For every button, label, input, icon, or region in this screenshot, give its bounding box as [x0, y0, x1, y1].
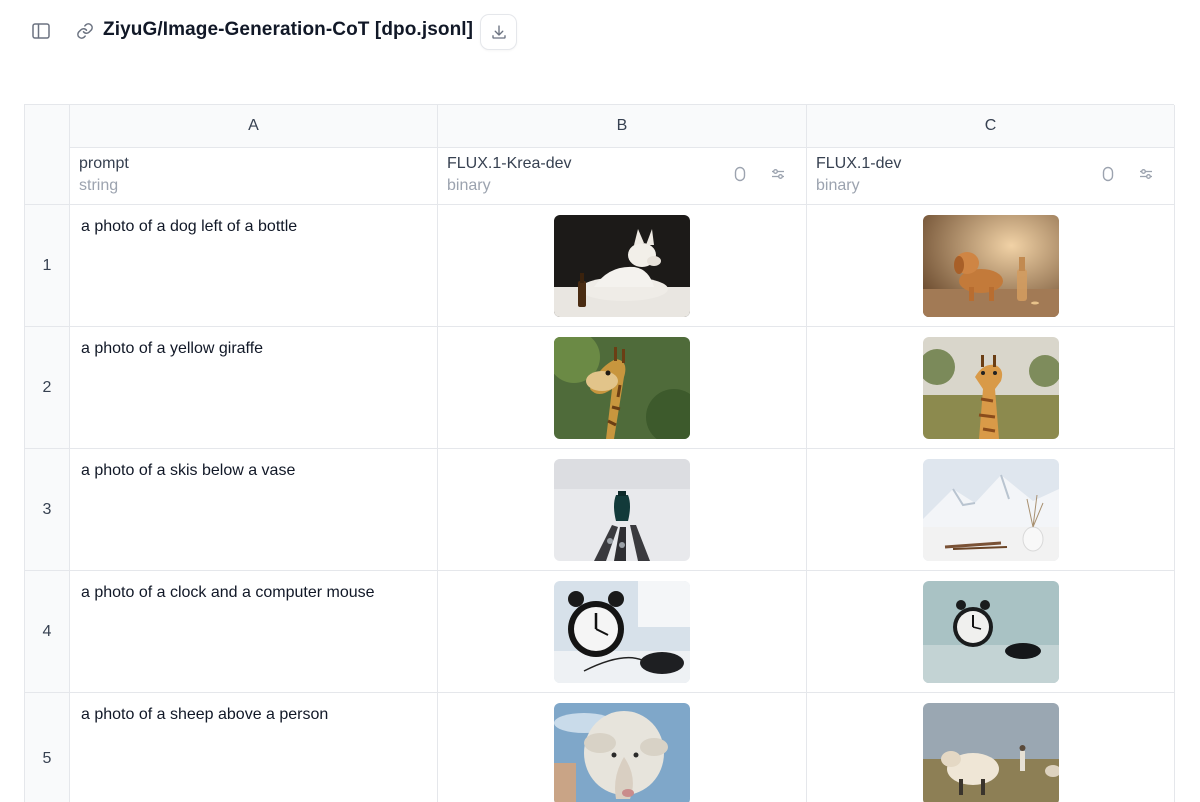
sidebar-toggle-icon[interactable]: [28, 18, 54, 44]
column-letter-b[interactable]: B: [438, 105, 807, 148]
image-thumbnail[interactable]: [922, 581, 1059, 683]
image-thumbnail[interactable]: [554, 215, 690, 317]
column-letter-a[interactable]: A: [70, 105, 438, 148]
image-thumbnail[interactable]: [554, 581, 690, 683]
image-thumbnail[interactable]: [554, 459, 690, 561]
image-cell: [438, 327, 807, 449]
dataset-title: ZiyuG/Image-Generation-CoT [dpo.jsonl]: [103, 19, 474, 40]
image-cell: [438, 205, 807, 327]
sliders-icon[interactable]: [770, 166, 786, 182]
image-cell: [438, 571, 807, 693]
prompt-cell[interactable]: a photo of a dog left of a bottle: [70, 205, 438, 327]
image-thumbnail[interactable]: [922, 459, 1059, 561]
prompt-cell[interactable]: a photo of a sheep above a person: [70, 693, 438, 802]
image-cell: [807, 571, 1175, 693]
image-thumbnail[interactable]: [922, 703, 1059, 802]
column-name: prompt: [79, 155, 129, 172]
row-number[interactable]: 3: [25, 449, 70, 571]
column-header-prompt[interactable]: prompt string: [70, 148, 438, 205]
download-button[interactable]: [480, 14, 517, 50]
image-cell: [807, 449, 1175, 571]
sort-icon[interactable]: [1100, 166, 1116, 182]
image-cell: [438, 693, 807, 802]
sort-icon[interactable]: [732, 166, 748, 182]
image-thumbnail[interactable]: [554, 337, 690, 439]
sliders-icon[interactable]: [1138, 166, 1154, 182]
column-header-flux-krea[interactable]: FLUX.1-Krea-dev binary: [438, 148, 807, 205]
image-cell: [807, 205, 1175, 327]
image-cell: [807, 693, 1175, 802]
image-cell: [807, 327, 1175, 449]
row-number[interactable]: 2: [25, 327, 70, 449]
prompt-cell[interactable]: a photo of a skis below a vase: [70, 449, 438, 571]
image-thumbnail[interactable]: [922, 215, 1059, 317]
row-number[interactable]: 5: [25, 693, 70, 802]
row-number[interactable]: 1: [25, 205, 70, 327]
column-letter-c[interactable]: C: [807, 105, 1175, 148]
image-thumbnail[interactable]: [554, 703, 690, 802]
image-thumbnail[interactable]: [922, 337, 1059, 439]
download-icon: [490, 23, 508, 41]
viewer-header: ZiyuG/Image-Generation-CoT [dpo.jsonl]: [0, 0, 1200, 64]
row-number[interactable]: 4: [25, 571, 70, 693]
prompt-cell[interactable]: a photo of a clock and a computer mouse: [70, 571, 438, 693]
image-cell: [438, 449, 807, 571]
link-icon[interactable]: [74, 20, 96, 42]
data-grid: A B C prompt string FLUX.1-Krea-dev bina…: [24, 104, 1175, 802]
column-header-flux-dev[interactable]: FLUX.1-dev binary: [807, 148, 1175, 205]
column-type: string: [79, 177, 119, 194]
prompt-cell[interactable]: a photo of a yellow giraffe: [70, 327, 438, 449]
grid-corner: [25, 105, 70, 205]
